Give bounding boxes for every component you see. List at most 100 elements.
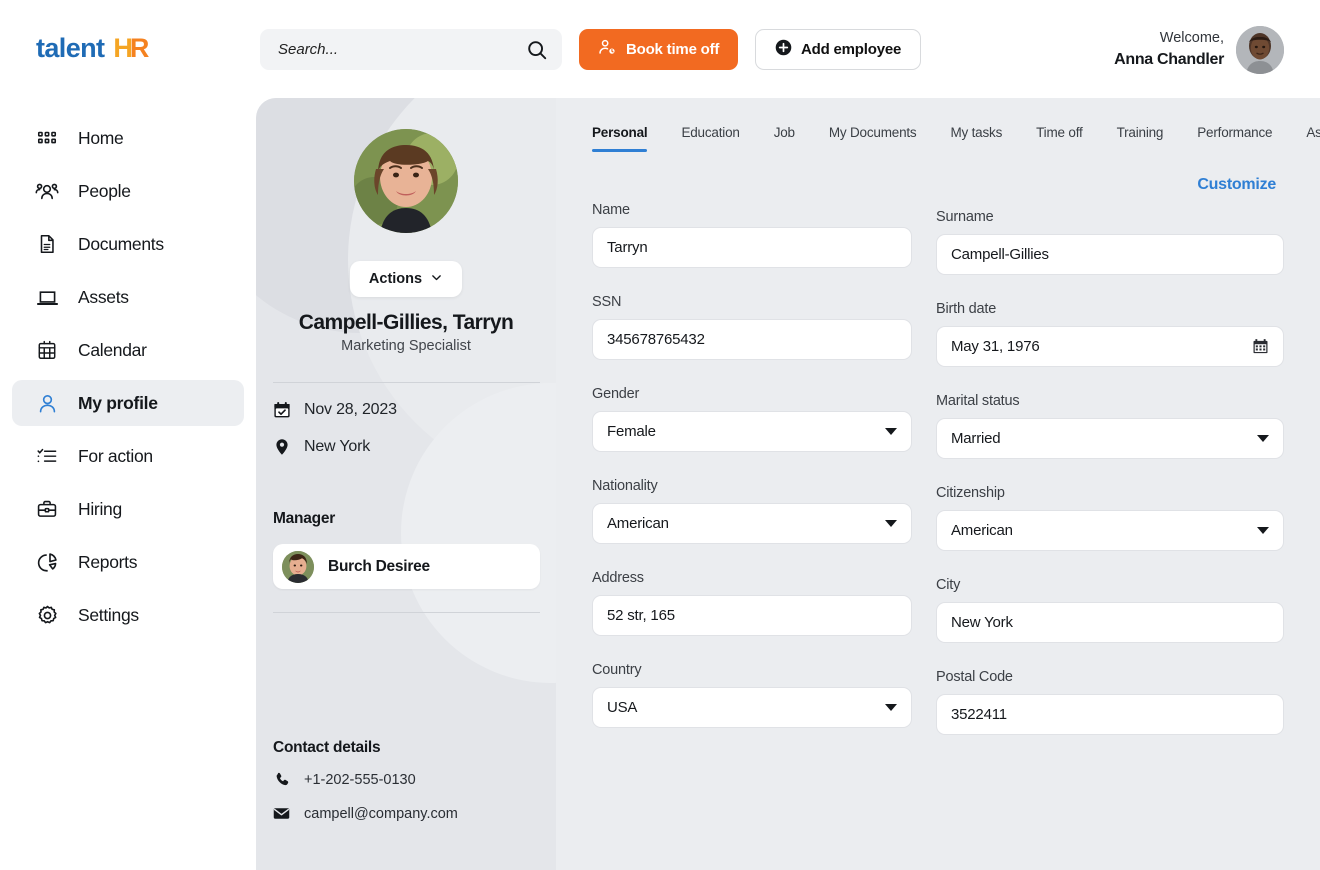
ssn-input[interactable]: 345678765432 [592,319,912,360]
actions-label: Actions [369,271,422,287]
tab-label: My tasks [950,125,1002,140]
user-avatar[interactable] [1236,26,1284,74]
field-value: May 31, 1976 [951,338,1252,355]
employee-profile-card: Actions Campell-Gillies, Tarryn Marketin… [256,98,556,870]
postal-code-input[interactable]: 3522411 [936,694,1284,735]
field-surname: Surname Campell-Gillies [936,209,1284,275]
field-country: Country USA [592,662,912,728]
search-box[interactable] [260,29,562,70]
marital-status-select[interactable]: Married [936,418,1284,459]
city-input[interactable]: New York [936,602,1284,643]
book-time-off-button[interactable]: Book time off [579,29,738,70]
nationality-select[interactable]: American [592,503,912,544]
logo-text-talent: talent [36,33,104,64]
tab-job[interactable]: Job [757,125,812,152]
chevron-down-icon[interactable] [885,704,897,711]
manager-card[interactable]: Burch Desiree [273,544,540,589]
laptop-icon [34,284,60,310]
field-citizenship: Citizenship American [936,485,1284,551]
field-label: City [936,577,1284,593]
field-label: Address [592,570,912,586]
form-column-right: Surname Campell-Gillies Birth date May 3… [936,202,1284,761]
field-address: Address 52 str, 165 [592,570,912,636]
manager-name: Burch Desiree [328,558,430,576]
surname-input[interactable]: Campell-Gillies [936,234,1284,275]
hire-date-row: Nov 28, 2023 [273,401,397,419]
sidebar-nav: Home People Documents [0,98,256,870]
field-value: 3522411 [951,706,1269,723]
tab-time-off[interactable]: Time off [1019,125,1099,152]
tab-education[interactable]: Education [664,125,756,152]
sidebar-item-for-action[interactable]: For action [12,433,244,479]
add-employee-button[interactable]: Add employee [755,29,921,70]
form-column-left: Name Tarryn SSN 345678765432 Gender [592,202,912,754]
app-logo[interactable]: talent HR [36,33,146,64]
sidebar-item-hiring[interactable]: Hiring [12,486,244,532]
field-value: 52 str, 165 [607,607,897,624]
employee-avatar[interactable] [354,129,458,233]
email-row[interactable]: campell@company.com [273,805,458,822]
tab-assets[interactable]: Assets [1289,125,1320,152]
birth-date-input[interactable]: May 31, 1976 [936,326,1284,367]
field-name: Name Tarryn [592,202,912,268]
field-value: Female [607,423,885,440]
welcome-user-name: Anna Chandler [1114,49,1224,71]
field-nationality: Nationality American [592,478,912,544]
sidebar-item-label: Calendar [78,340,147,361]
sidebar-item-label: Assets [78,287,129,308]
customize-link[interactable]: Customize [1197,176,1276,194]
logo-letter-h: H [113,33,130,63]
tab-my-tasks[interactable]: My tasks [933,125,1019,152]
phone-row[interactable]: +1-202-555-0130 [273,771,416,788]
sidebar-item-reports[interactable]: Reports [12,539,244,585]
top-header: talent HR Book time off [0,0,1320,98]
field-value: New York [951,614,1269,631]
contact-section-title: Contact details [273,739,380,757]
main-panel: Actions Campell-Gillies, Tarryn Marketin… [256,98,1320,870]
sidebar-item-home[interactable]: Home [12,115,244,161]
chevron-down-icon[interactable] [885,520,897,527]
chevron-down-icon[interactable] [1257,435,1269,442]
calendar-icon[interactable] [1252,338,1269,355]
location-row: New York [273,438,370,456]
actions-button[interactable]: Actions [350,261,462,297]
sidebar-item-settings[interactable]: Settings [12,592,244,638]
welcome-greeting: Welcome, [1114,29,1224,49]
field-value: Tarryn [607,239,897,256]
field-label: Gender [592,386,912,402]
sidebar-item-documents[interactable]: Documents [12,221,244,267]
field-gender: Gender Female [592,386,912,452]
name-input[interactable]: Tarryn [592,227,912,268]
gear-icon [34,602,60,628]
field-label: Postal Code [936,669,1284,685]
sidebar-item-label: Hiring [78,499,122,520]
sidebar-item-people[interactable]: People [12,168,244,214]
field-value: USA [607,699,885,716]
sidebar-item-calendar[interactable]: Calendar [12,327,244,373]
field-label: Name [592,202,912,218]
chevron-down-icon[interactable] [1257,527,1269,534]
manager-section-title: Manager [273,510,335,528]
field-birth-date: Birth date May 31, 1976 [936,301,1284,367]
chevron-down-icon[interactable] [885,428,897,435]
tab-label: Education [681,125,739,140]
tab-performance[interactable]: Performance [1180,125,1289,152]
grid-icon [34,125,60,151]
sidebar-item-label: Reports [78,552,137,573]
address-input[interactable]: 52 str, 165 [592,595,912,636]
sidebar-item-assets[interactable]: Assets [12,274,244,320]
tab-personal[interactable]: Personal [592,125,664,152]
search-input[interactable] [278,41,526,58]
citizenship-select[interactable]: American [936,510,1284,551]
employee-name: Campell-Gillies, Tarryn [256,311,556,335]
app-root: talent HR Book time off [0,0,1320,870]
country-select[interactable]: USA [592,687,912,728]
sidebar-item-my-profile[interactable]: My profile [12,380,244,426]
phone-icon [273,771,290,788]
profile-tabs: Personal Education Job My Documents My t… [592,125,1320,152]
search-icon[interactable] [526,39,548,61]
location-pin-icon [273,438,291,456]
tab-my-documents[interactable]: My Documents [812,125,934,152]
gender-select[interactable]: Female [592,411,912,452]
tab-training[interactable]: Training [1100,125,1181,152]
